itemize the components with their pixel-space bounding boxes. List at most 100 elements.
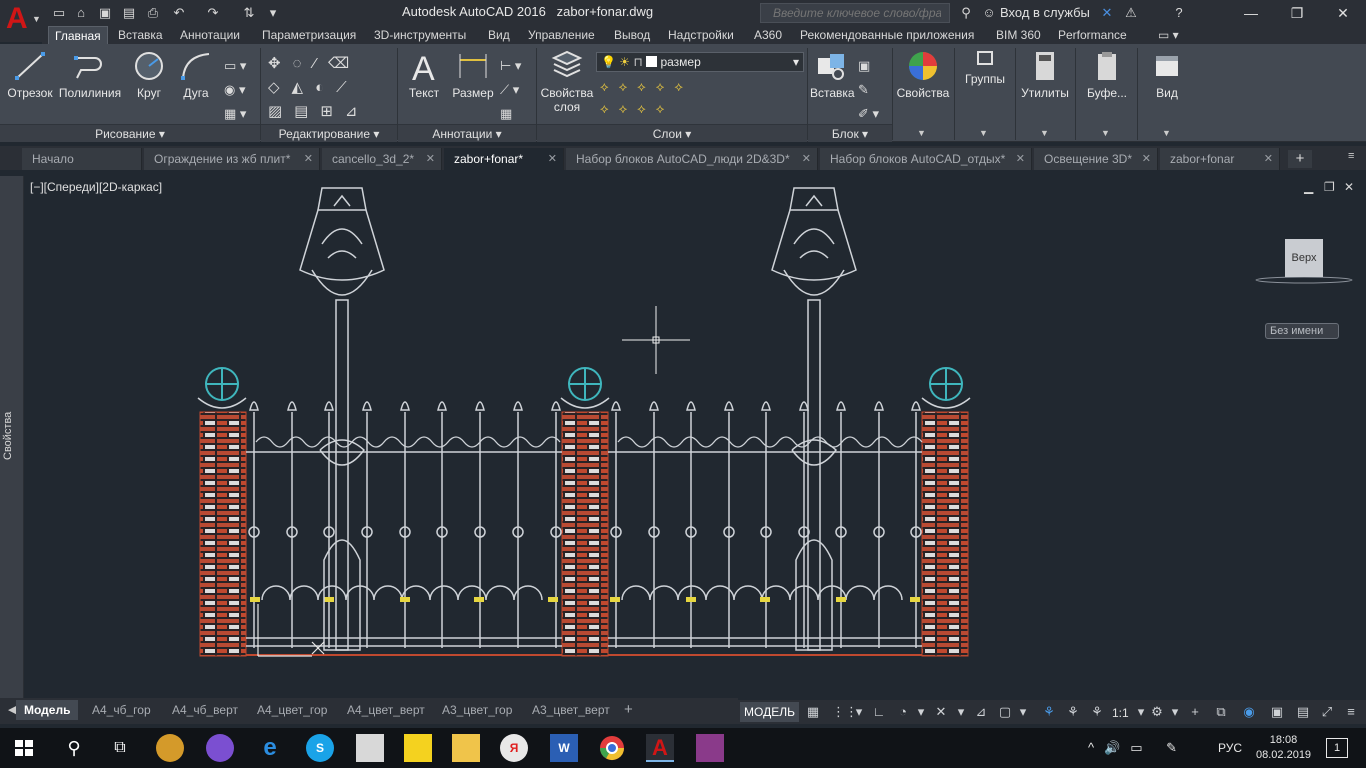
user-icon[interactable]: ☺ — [980, 4, 998, 22]
chevron-down-icon[interactable]: ▼ — [979, 128, 988, 138]
viewport-minimize-icon[interactable]: ▁ — [1304, 180, 1313, 194]
autocad-taskbar-icon[interactable]: A — [646, 734, 674, 762]
doc-tab[interactable]: Набор блоков AutoCAD_отдых* ✕ — [820, 148, 1032, 170]
draw-panel-label[interactable]: Рисование ▾ — [0, 124, 260, 142]
exchange-icon[interactable]: ✕ — [1098, 4, 1116, 22]
tab-home[interactable]: Главная — [48, 26, 108, 44]
tab-a360[interactable]: A360 — [748, 26, 788, 44]
sticky-notes-icon[interactable] — [404, 734, 432, 762]
modify-panel-label[interactable]: Редактирование ▾ — [261, 124, 397, 142]
save-icon[interactable]: ▣ — [96, 4, 114, 22]
a360-icon[interactable]: ⚠ — [1122, 4, 1140, 22]
viewport-restore-icon[interactable]: ❐ — [1324, 180, 1335, 194]
input-language[interactable]: РУС — [1218, 741, 1242, 755]
view-button[interactable]: Вид — [1140, 50, 1194, 100]
close-icon[interactable]: ✕ — [1264, 148, 1273, 170]
tab-addins[interactable]: Надстройки — [662, 26, 740, 44]
layout-tab[interactable]: А3_цвет_гор — [442, 700, 512, 720]
selection-cycle-icon[interactable]: ▢ — [996, 703, 1014, 721]
clock[interactable]: 18:08 08.02.2019 — [1256, 733, 1311, 763]
plus-icon[interactable]: + — [1186, 703, 1204, 721]
isodraft-icon[interactable]: ✕ — [932, 703, 950, 721]
login-button[interactable]: Вход в службы — [1000, 5, 1090, 20]
task-view-icon[interactable]: ⧉ — [106, 734, 134, 762]
close-icon[interactable]: ✕ — [1142, 148, 1151, 170]
doc-tab[interactable]: Набор блоков AutoCAD_люди 2D&3D* ✕ — [566, 148, 818, 170]
wcs-menu[interactable]: Без имени — [1265, 323, 1339, 339]
tab-insert[interactable]: Вставка — [112, 26, 169, 44]
chevron-down-icon[interactable]: ▾ — [1166, 703, 1184, 721]
binoculars-icon[interactable]: ⚲ — [957, 4, 975, 22]
chevron-down-icon[interactable]: ▾ — [952, 703, 970, 721]
workspace-icon[interactable]: ▤ — [1294, 703, 1312, 721]
annotation-panel-label[interactable]: Аннотации ▾ — [398, 124, 536, 142]
close-icon[interactable]: ✕ — [304, 148, 313, 170]
tab-featured-apps[interactable]: Рекомендованные приложения — [794, 26, 980, 44]
tab-performance[interactable]: Performance — [1052, 26, 1133, 44]
layer-dropdown[interactable]: 💡 ☀ ⊓ размер ▾ — [596, 52, 804, 72]
insert-block-button[interactable]: Вставка — [810, 50, 855, 100]
paint-app-icon[interactable] — [156, 734, 184, 762]
notifications-icon[interactable]: 1 — [1326, 738, 1348, 758]
viewport-controls-label[interactable]: [−][Спереди][2D-каркас] — [30, 180, 162, 194]
tab-manage[interactable]: Управление — [522, 26, 601, 44]
undo-icon[interactable]: ↶ — [170, 4, 188, 22]
doc-tab[interactable]: Ограждение из жб плит* ✕ — [144, 148, 320, 170]
tab-bim360[interactable]: BIM 360 — [990, 26, 1047, 44]
tab-parametric[interactable]: Параметризация — [256, 26, 362, 44]
word-icon[interactable]: W — [550, 734, 578, 762]
close-icon[interactable]: ✕ — [1016, 148, 1025, 170]
minimize-icon[interactable]: — — [1228, 0, 1274, 26]
tab-annotate[interactable]: Аннотации — [174, 26, 246, 44]
help-icon[interactable]: ? — [1170, 4, 1188, 22]
chevron-down-icon[interactable]: ▼ — [1162, 128, 1171, 138]
tab-3d-tools[interactable]: 3D-инструменты — [368, 26, 472, 44]
application-menu-button[interactable]: A ▼ — [0, 0, 42, 42]
layer-small-tools[interactable]: ⟡⟡⟡⟡⟡ ⟡⟡⟡⟡ — [600, 76, 720, 120]
system-tray-icons[interactable]: ^🔊▭ ✎ — [1088, 740, 1187, 756]
chevron-down-icon[interactable]: ▼ — [1101, 128, 1110, 138]
open-icon[interactable]: ⌂ — [72, 4, 90, 22]
doc-tab[interactable]: cancello_3d_2* ✕ — [322, 148, 442, 170]
gear-icon[interactable]: ⚙ — [1148, 703, 1166, 721]
doc-tab-active[interactable]: zabor+fonar* ✕ — [444, 148, 564, 170]
chevron-down-icon[interactable]: ▼ — [1040, 128, 1049, 138]
winrar-icon[interactable] — [696, 734, 724, 762]
chevron-down-icon[interactable]: ▾ — [850, 703, 868, 721]
block-small-tools[interactable]: ▣ ✎ ✐ ▾ — [858, 54, 879, 126]
calculator-icon[interactable] — [356, 734, 384, 762]
windows-start-icon[interactable] — [10, 734, 38, 762]
viber-icon[interactable] — [206, 734, 234, 762]
arc-button[interactable]: Дуга — [176, 50, 216, 100]
snap-icon[interactable]: ⋮⋮ — [832, 703, 858, 721]
restore-icon[interactable]: ❐ — [1274, 0, 1320, 26]
fullscreen-icon[interactable]: ⤢ — [1318, 703, 1336, 721]
draw-small-tools[interactable]: ▭ ▾ ◉ ▾ ▦ ▾ — [224, 54, 246, 126]
properties-button[interactable]: Свойства — [896, 50, 950, 100]
add-layout-button[interactable]: + — [624, 700, 633, 720]
viewcube[interactable]: Верх — [1285, 239, 1323, 277]
polyline-button[interactable]: Полилиния — [58, 50, 122, 100]
tab-output[interactable]: Вывод — [608, 26, 656, 44]
doc-tab[interactable]: Начало — [22, 148, 142, 170]
annotation-autoscale-icon[interactable]: ⚘ — [1064, 703, 1082, 721]
redo-icon[interactable]: ↷ — [204, 4, 222, 22]
close-icon[interactable]: ✕ — [548, 148, 557, 170]
ortho-icon[interactable]: ∟ — [870, 703, 888, 721]
quick-access-menu-icon[interactable]: ▾ — [264, 4, 282, 22]
close-icon[interactable]: ✕ — [426, 148, 435, 170]
print-icon[interactable]: ⎙ — [144, 4, 162, 22]
layout-tab[interactable]: А4_чб_гор — [92, 700, 151, 720]
grid-icon[interactable]: ▦ — [804, 703, 822, 721]
layout-tab[interactable]: А3_цвет_верт — [532, 700, 610, 720]
layer-properties-button[interactable]: Свойства слоя — [540, 50, 594, 114]
new-tab-button[interactable]: + — [1288, 150, 1312, 168]
skype-icon[interactable]: S — [306, 734, 334, 762]
chevron-down-icon[interactable]: ▾ — [912, 703, 930, 721]
line-button[interactable]: Отрезок — [6, 50, 54, 100]
ribbon-options-icon[interactable]: ▭ ▾ — [1152, 26, 1185, 44]
clean-screen-icon[interactable]: ▣ — [1268, 703, 1286, 721]
yandex-icon[interactable]: Я — [500, 734, 528, 762]
search-icon[interactable]: ⚲ — [60, 734, 88, 762]
match-properties-icon[interactable]: ⇅ — [240, 4, 258, 22]
